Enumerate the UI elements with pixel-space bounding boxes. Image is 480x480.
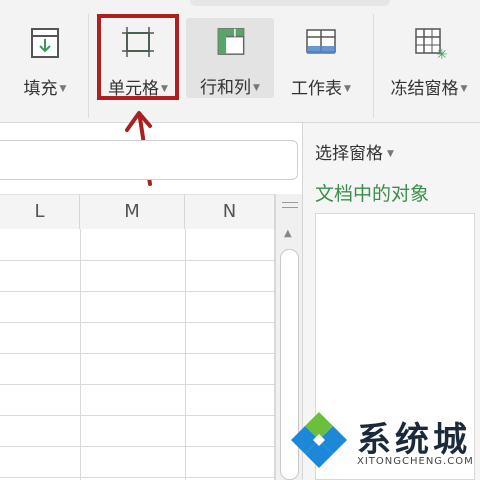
chevron-down-icon[interactable]: ▼ <box>461 84 468 94</box>
column-header-m[interactable]: M <box>80 195 185 229</box>
freeze-panes-label: 冻结窗格 <box>390 79 459 99</box>
rows-columns-icon <box>217 28 245 55</box>
freeze-panes-button[interactable]: ✳ 冻结窗格 ▼ <box>384 18 474 100</box>
rows-columns-label: 行和列 <box>200 78 252 98</box>
rows-columns-button[interactable]: 行和列 ▼ <box>186 18 274 98</box>
column-headers: L M N <box>0 194 275 230</box>
column-header-l[interactable]: L <box>0 195 80 229</box>
fill-down-icon <box>31 28 59 58</box>
separator <box>373 14 374 118</box>
worksheet-button[interactable]: 工作表 ▼ <box>282 18 360 100</box>
watermark-name: 系统城 <box>357 420 471 460</box>
worksheet-label: 工作表 <box>291 79 343 99</box>
worksheet-icon <box>306 29 336 54</box>
column-header-n[interactable]: N <box>185 195 275 229</box>
grid-line <box>0 446 275 447</box>
fill-label: 填充 <box>23 79 58 99</box>
grid-line <box>0 322 275 323</box>
grid-line <box>185 229 186 480</box>
separator <box>88 14 89 118</box>
grid-line <box>80 229 81 480</box>
freeze-panes-icon: ✳ <box>415 28 448 62</box>
logo-diamond-icon <box>291 412 347 468</box>
selection-pane-title[interactable]: 选择窗格 ▼ <box>315 139 394 164</box>
grid-line <box>0 260 275 261</box>
grid-line <box>0 415 275 416</box>
watermark-logo: 系统城 XITONGCHENG.COM <box>287 404 477 476</box>
ribbon-toolbar: 填充 ▼ 单元格 ▼ 行和列 ▼ 工作表 ▼ ✳ 冻结窗格 ▼ <box>0 0 480 123</box>
svg-text:✳: ✳ <box>436 47 448 62</box>
chevron-down-icon[interactable]: ▼ <box>60 84 67 94</box>
annotation-highlight-box <box>97 14 179 100</box>
chevron-down-icon[interactable]: ▼ <box>344 84 351 94</box>
watermark-site: XITONGCHENG.COM <box>357 456 474 467</box>
fill-button[interactable]: 填充 ▼ <box>14 18 76 100</box>
cell-grid[interactable] <box>0 229 275 480</box>
split-grip-icon[interactable] <box>282 202 298 208</box>
formula-bar-input[interactable] <box>0 140 298 180</box>
grid-line <box>0 291 275 292</box>
grid-line <box>0 477 275 478</box>
scroll-up-icon[interactable]: ▲ <box>284 228 292 239</box>
grid-line <box>0 384 275 385</box>
objects-in-document-heading: 文档中的对象 <box>315 183 430 205</box>
chevron-down-icon[interactable]: ▼ <box>253 83 260 93</box>
chevron-down-icon[interactable]: ▼ <box>387 149 394 159</box>
selection-pane-title-text: 选择窗格 <box>315 144 383 164</box>
title-strip <box>190 0 390 6</box>
grid-line <box>0 353 275 354</box>
